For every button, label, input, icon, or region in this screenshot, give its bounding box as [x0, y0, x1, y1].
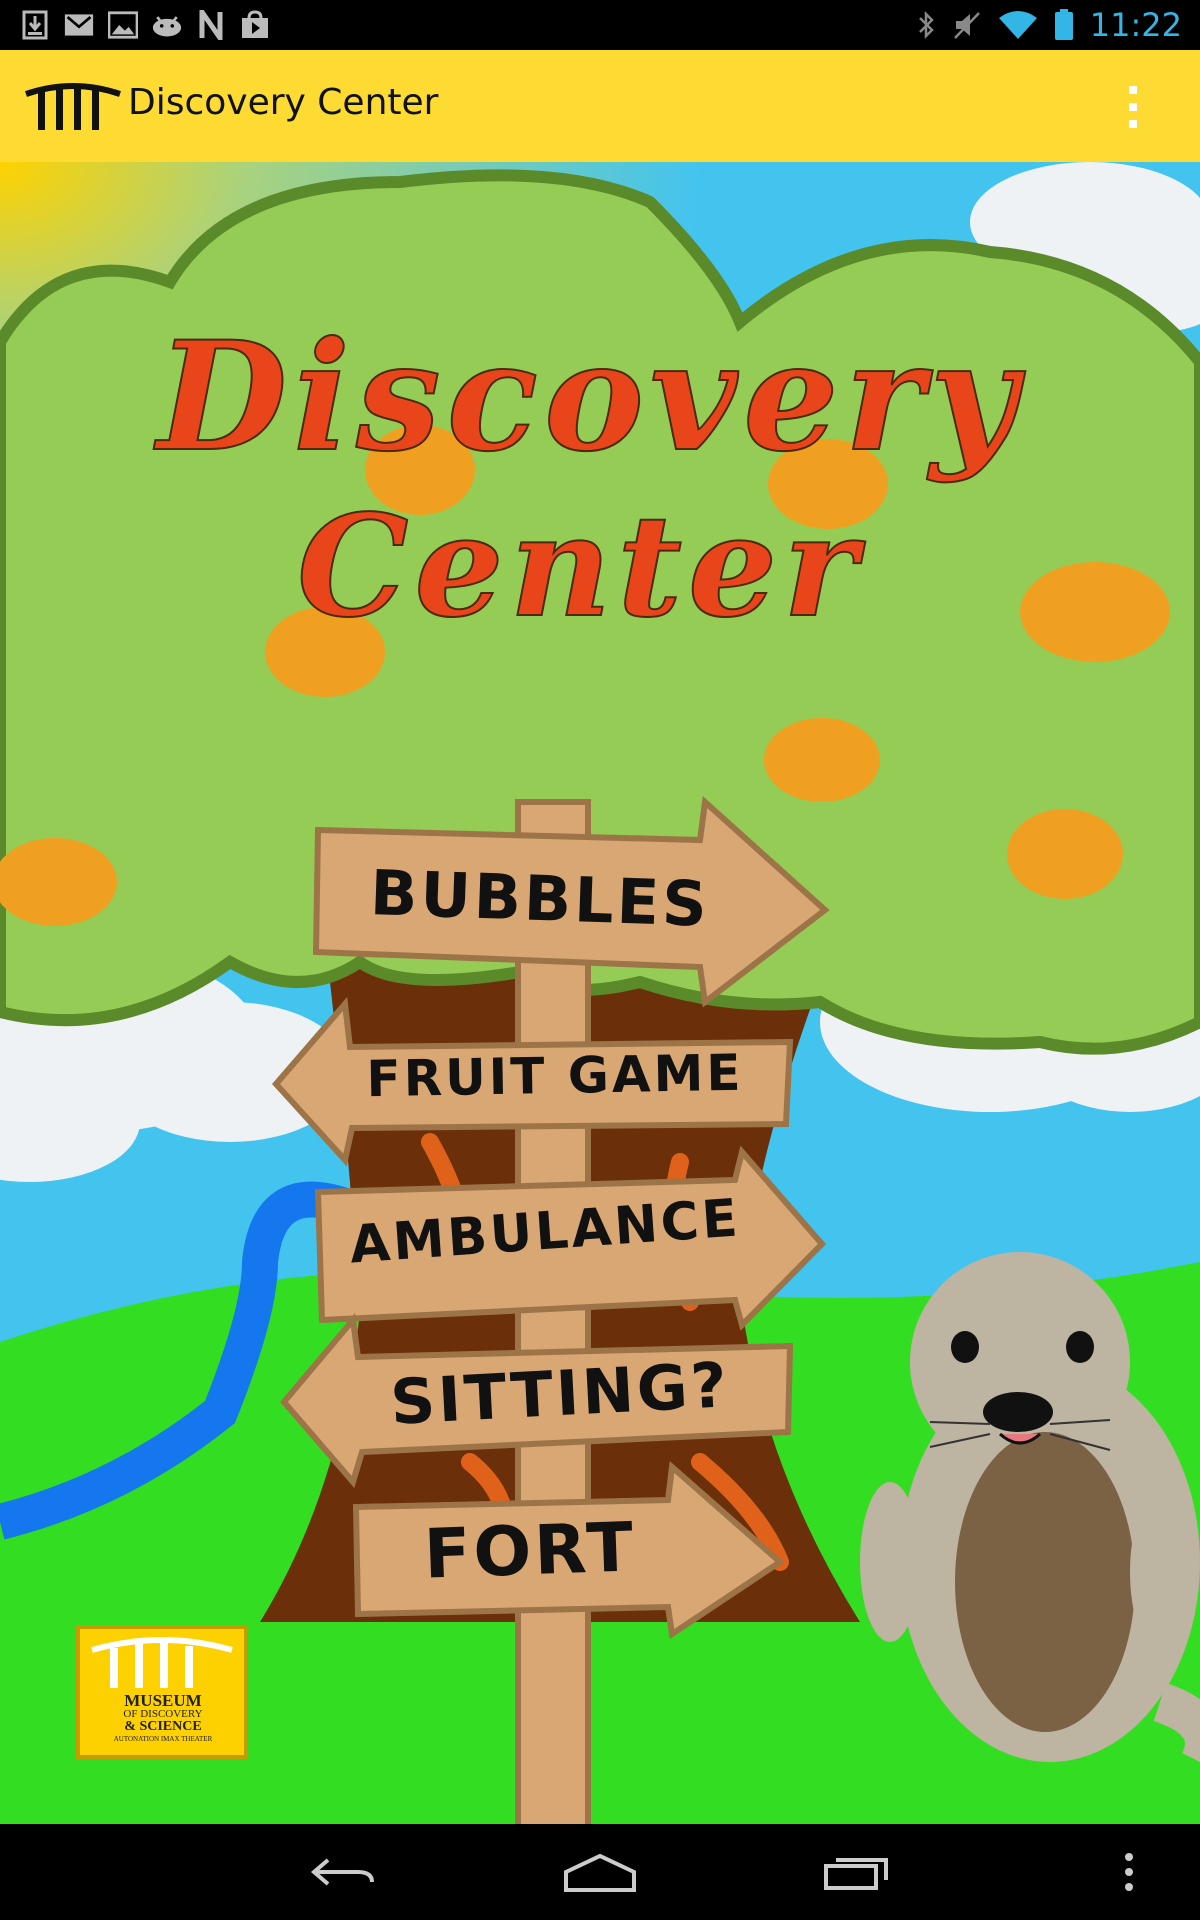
wifi-icon: [998, 11, 1037, 39]
app-title: Discovery Center: [128, 82, 439, 123]
action-bar: Discovery Center: [0, 50, 1200, 162]
bubbles-button[interactable]: BUBBLES: [339, 855, 741, 942]
fruit-game-button[interactable]: FRUIT GAME: [330, 1043, 781, 1109]
n-app-icon: [196, 10, 226, 40]
bluetooth-icon: [918, 10, 934, 40]
museum-logo-line4: AUTONATION IMAX THEATER: [113, 1735, 213, 1743]
gmail-icon: [64, 10, 94, 40]
notification-icons: [20, 6, 270, 44]
back-icon: [310, 1858, 374, 1886]
menu-icon: [1125, 1853, 1133, 1891]
mute-icon: [953, 12, 980, 39]
title-line-1: Discovery: [156, 309, 1023, 485]
status-bar: 11:22: [0, 0, 1200, 50]
museum-logo: MUSEUM OF DISCOVERY & SCIENCE AUTONATION…: [82, 1692, 244, 1743]
navigation-bar: [0, 1824, 1200, 1920]
recent-apps-icon: [824, 1858, 888, 1890]
download-icon: [20, 10, 50, 40]
title-line-2: Center: [296, 484, 863, 650]
museum-logo-line1: MUSEUM: [124, 1691, 202, 1710]
system-icons: 11:22: [916, 0, 1182, 50]
back-button[interactable]: [298, 1838, 388, 1906]
gallery-icon: [108, 10, 138, 40]
battery-icon: [1054, 9, 1073, 40]
overflow-menu-icon[interactable]: [1118, 84, 1148, 130]
android-icon: [152, 10, 182, 40]
play-store-icon: [240, 10, 270, 40]
fort-button[interactable]: FORT: [369, 1506, 692, 1596]
clock: 11:22: [1089, 6, 1182, 44]
home-button[interactable]: [555, 1838, 645, 1906]
museum-logo-line3: & SCIENCE: [124, 1719, 202, 1734]
menu-button[interactable]: [1104, 1838, 1154, 1906]
game-menu-scene: Discovery Center BUBBLES FRUIT GAME AMBU…: [0, 162, 1200, 1824]
home-icon: [564, 1853, 636, 1892]
app-logo-icon[interactable]: [24, 80, 122, 132]
recent-apps-button[interactable]: [812, 1838, 902, 1906]
